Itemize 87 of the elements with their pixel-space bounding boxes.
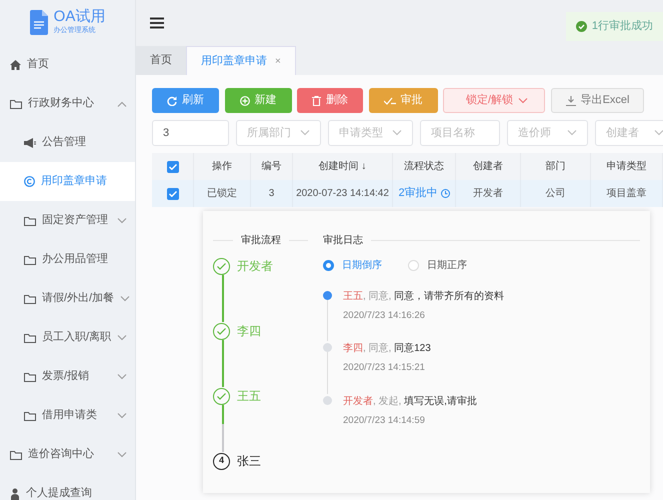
sidebar-item[interactable]: 请假/外出/加餐 — [0, 279, 135, 318]
column-header[interactable]: 编号 — [251, 153, 293, 180]
sidebar-item[interactable]: 造价咨询中心 — [0, 435, 135, 474]
column-header[interactable]: 申请类型 — [591, 153, 663, 180]
search-field[interactable]: 3 — [152, 120, 229, 146]
sidebar-item[interactable]: 行政财务中心 — [0, 84, 135, 123]
sidebar-item[interactable]: 固定资产管理 — [0, 201, 135, 240]
radio-option[interactable]: 日期正序 — [408, 258, 467, 273]
caret-down-icon — [117, 334, 128, 340]
folder-icon — [10, 450, 22, 460]
column-header[interactable]: 创建时间 ↓ — [293, 153, 393, 180]
check-icon — [168, 190, 176, 196]
log-time: 2020/7/23 14:14:59 — [343, 414, 426, 428]
document-icon — [30, 10, 48, 35]
sidebar-item[interactable]: 用印盖章申请 — [0, 162, 135, 201]
log-time: 2020/7/23 14:16:26 — [343, 309, 426, 323]
person-icon — [10, 488, 20, 500]
step-name: 张三 — [237, 453, 261, 470]
clock-icon — [440, 189, 450, 198]
log-time: 2020/7/23 14:15:21 — [343, 361, 426, 376]
log-entry: 李四, 同意, 同意123 — [343, 342, 431, 356]
table-cell: 2020-07-23 14:14:42 — [293, 180, 393, 207]
megaphone-icon — [24, 138, 36, 148]
check-icon — [217, 392, 226, 400]
sidebar-item[interactable]: 借用申请类 — [0, 396, 135, 435]
check-icon — [384, 96, 396, 104]
sidebar-item[interactable]: 个人提成查询 — [0, 474, 135, 500]
step-number: 4 — [213, 452, 230, 470]
caret-down-icon — [654, 130, 663, 136]
caret-down-icon — [117, 218, 127, 224]
check-icon — [168, 164, 176, 170]
tab[interactable]: 首页 — [136, 46, 186, 75]
section-title: 审批日志 — [323, 234, 363, 248]
step-name: 李四 — [237, 323, 261, 340]
table-cell: 项目盖章 — [591, 180, 663, 207]
caret-down-icon — [567, 130, 577, 136]
table-cell: 公司 — [521, 180, 591, 207]
check-circle-icon — [576, 21, 587, 32]
caret-down-icon — [518, 98, 528, 104]
caret-down-icon — [117, 374, 127, 380]
folder-icon — [10, 98, 22, 108]
tab[interactable]: 用印盖章申请 × — [186, 46, 296, 75]
column-header[interactable]: 流程状态 — [393, 153, 456, 180]
refresh-icon — [167, 96, 177, 106]
caret-down-icon — [120, 296, 130, 302]
home-icon — [10, 60, 21, 70]
table-cell: 3 — [251, 180, 293, 207]
check-icon — [217, 262, 226, 270]
sidebar-item[interactable]: 办公用品管理 — [0, 240, 135, 279]
folder-icon — [24, 332, 36, 342]
column-header[interactable]: 创建者 — [456, 153, 521, 180]
folder-icon — [24, 294, 36, 304]
caret-down-icon — [117, 452, 127, 458]
section-title: 审批流程 — [241, 234, 281, 248]
caret-down-icon — [300, 130, 310, 136]
sidebar-item[interactable]: 员工入职/离职 — [0, 318, 135, 357]
sidebar-item[interactable]: 公告管理 — [0, 123, 135, 162]
row-checkbox[interactable] — [166, 188, 178, 200]
folder-icon — [24, 216, 36, 226]
log-entry: 王五, 同意, 同意，请带齐所有的资料 — [343, 290, 504, 304]
caret-down-icon — [392, 130, 402, 136]
folder-icon — [24, 254, 36, 264]
log-entry: 开发者, 发起, 填写无误,请审批 — [343, 394, 477, 408]
caret-up-icon — [117, 100, 127, 106]
copyright-icon — [24, 176, 35, 187]
column-header[interactable]: 操作 — [194, 153, 251, 180]
toast-message: 1行审批成功 — [566, 12, 663, 41]
trash-icon — [312, 96, 321, 106]
folder-icon — [24, 410, 36, 420]
check-icon — [217, 328, 226, 334]
download-icon — [566, 96, 576, 106]
search-field[interactable]: 项目名称 — [420, 120, 500, 146]
step-name: 开发者 — [237, 258, 273, 275]
toolbar-button[interactable]: 导出Excel — [550, 88, 644, 113]
folder-icon — [24, 372, 36, 382]
radio-option[interactable]: 日期倒序 — [323, 258, 382, 273]
column-header[interactable]: 部门 — [521, 153, 591, 180]
brand-title: OA试用 — [54, 9, 106, 26]
sidebar-item[interactable]: 发票/报销 — [0, 357, 135, 396]
select-all-checkbox[interactable] — [166, 160, 178, 172]
sidebar-item[interactable]: 首页 — [0, 45, 135, 84]
table-cell: 开发者 — [456, 180, 521, 207]
menu-icon[interactable] — [150, 16, 164, 28]
step-name: 王五 — [237, 388, 261, 405]
plus-circle-icon — [240, 96, 250, 106]
table-cell: 已锁定 — [194, 180, 251, 207]
caret-down-icon — [117, 412, 127, 418]
